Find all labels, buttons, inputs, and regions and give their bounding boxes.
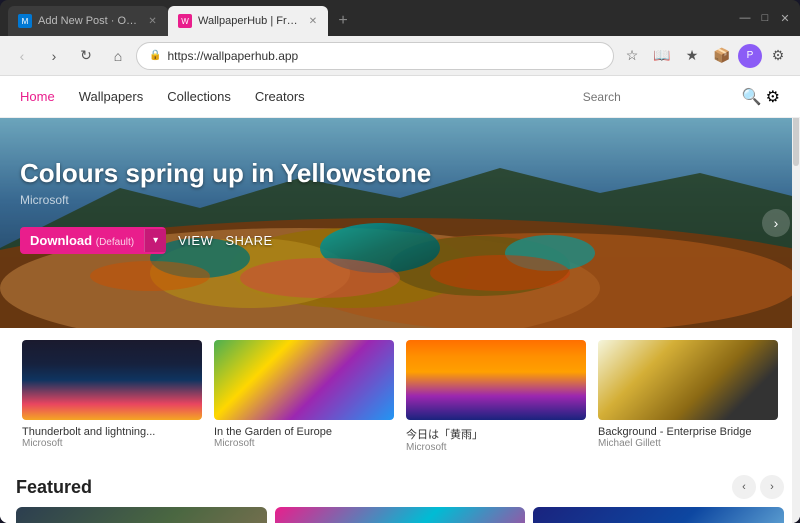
minimize-button[interactable]: — xyxy=(738,11,752,25)
thumbnail-author-3: Microsoft xyxy=(406,442,586,453)
view-button[interactable]: VIEW xyxy=(178,233,213,248)
tab-favicon-onmsft: M xyxy=(18,14,32,28)
thumbnail-image-2 xyxy=(214,340,394,420)
thumbnail-title-3: 今日は「黄雨」 xyxy=(406,426,586,442)
download-label: Download (Default) xyxy=(20,227,144,254)
thumbnail-title-4: Background - Enterprise Bridge xyxy=(598,426,778,438)
featured-section: Featured ‹ › xyxy=(0,465,800,523)
thumbnail-title-2: In the Garden of Europe xyxy=(214,426,394,438)
featured-card-1[interactable] xyxy=(16,507,267,523)
download-button[interactable]: Download (Default) ▾ xyxy=(20,227,166,254)
website-content: Home Wallpapers Collections Creators 🔍 ⚙ xyxy=(0,76,800,523)
site-nav: Home Wallpapers Collections Creators 🔍 ⚙ xyxy=(0,76,800,118)
url-text: https://wallpaperhub.app xyxy=(167,49,601,63)
tab-close-onmsft[interactable]: ✕ xyxy=(147,13,158,29)
navigation-bar: ‹ › ↻ ⌂ 🔒 https://wallpaperhub.app ☆ 📖 ★… xyxy=(0,36,800,76)
thumbnail-image-1 xyxy=(22,340,202,420)
featured-card-2[interactable] xyxy=(275,507,526,523)
thumbnail-item-2[interactable]: In the Garden of Europe Microsoft xyxy=(208,340,400,453)
featured-title: Featured xyxy=(16,477,92,498)
featured-prev-button[interactable]: ‹ xyxy=(732,475,756,499)
tab-onmsft[interactable]: M Add New Post · OnMSFT.com · ✕ xyxy=(8,6,168,36)
nav-creators[interactable]: Creators xyxy=(255,85,305,108)
address-bar[interactable]: 🔒 https://wallpaperhub.app xyxy=(136,42,614,70)
search-icon[interactable]: 🔍 xyxy=(742,87,762,107)
thumbnail-image-3 xyxy=(406,340,586,420)
back-button[interactable]: ‹ xyxy=(8,42,36,70)
download-dropdown-arrow[interactable]: ▾ xyxy=(144,229,166,252)
maximize-button[interactable]: □ xyxy=(758,11,772,25)
collections-button[interactable]: 📦 xyxy=(708,42,736,70)
site-search[interactable]: 🔍 ⚙ xyxy=(583,87,780,107)
star-button[interactable]: ☆ xyxy=(618,42,646,70)
featured-nav: ‹ › xyxy=(732,475,784,499)
thumbnail-image-4 xyxy=(598,340,778,420)
tab-wallpaperhub[interactable]: W WallpaperHub | Free wallpapers... ✕ xyxy=(168,6,328,36)
nav-collections[interactable]: Collections xyxy=(167,85,231,108)
hero-section: Colours spring up in Yellowstone Microso… xyxy=(0,118,800,328)
hero-actions: Download (Default) ▾ VIEW SHARE xyxy=(20,227,780,254)
profile-avatar[interactable]: P xyxy=(738,44,762,68)
home-button[interactable]: ⌂ xyxy=(104,42,132,70)
search-input[interactable] xyxy=(583,90,738,104)
favorites-button[interactable]: ★ xyxy=(678,42,706,70)
nav-right-icons: ☆ 📖 ★ 📦 P ⚙ xyxy=(618,42,792,70)
thumbnail-author-4: Michael Gillett xyxy=(598,438,778,449)
close-button[interactable]: ✕ xyxy=(778,11,792,25)
featured-cards xyxy=(16,507,784,523)
hero-subtitle: Microsoft xyxy=(20,193,780,207)
tab-title-wallpaperhub: WallpaperHub | Free wallpapers... xyxy=(198,15,302,27)
thumbnail-author-2: Microsoft xyxy=(214,438,394,449)
nav-wallpapers[interactable]: Wallpapers xyxy=(79,85,144,108)
thumbnail-item-1[interactable]: Thunderbolt and lightning... Microsoft xyxy=(16,340,208,453)
nav-home[interactable]: Home xyxy=(20,85,55,108)
lock-icon: 🔒 xyxy=(149,50,161,61)
hero-title: Colours spring up in Yellowstone xyxy=(20,158,780,189)
featured-card-3[interactable] xyxy=(533,507,784,523)
thumbnail-title-1: Thunderbolt and lightning... xyxy=(22,426,202,438)
window-controls: — □ ✕ xyxy=(730,0,800,36)
tab-title-onmsft: Add New Post · OnMSFT.com · xyxy=(38,15,141,27)
hero-next-arrow[interactable]: › xyxy=(762,209,790,237)
featured-next-button[interactable]: › xyxy=(760,475,784,499)
title-bar: M Add New Post · OnMSFT.com · ✕ W Wallpa… xyxy=(0,0,800,36)
settings-button[interactable]: ⚙ xyxy=(764,42,792,70)
thumbnail-author-1: Microsoft xyxy=(22,438,202,449)
thumbnail-item-4[interactable]: Background - Enterprise Bridge Michael G… xyxy=(592,340,784,453)
new-tab-button[interactable]: + xyxy=(328,6,358,36)
refresh-button[interactable]: ↻ xyxy=(72,42,100,70)
browser-window: M Add New Post · OnMSFT.com · ✕ W Wallpa… xyxy=(0,0,800,523)
tabs-area: M Add New Post · OnMSFT.com · ✕ W Wallpa… xyxy=(0,0,730,36)
share-button[interactable]: SHARE xyxy=(225,233,272,248)
forward-button[interactable]: › xyxy=(40,42,68,70)
tab-favicon-wallpaperhub: W xyxy=(178,14,192,28)
thumbnails-row: Thunderbolt and lightning... Microsoft I… xyxy=(0,328,800,465)
site-settings-icon[interactable]: ⚙ xyxy=(766,87,780,107)
hero-content: Colours spring up in Yellowstone Microso… xyxy=(0,118,800,274)
reading-button[interactable]: 📖 xyxy=(648,42,676,70)
featured-header: Featured ‹ › xyxy=(16,475,784,499)
thumbnail-item-3[interactable]: 今日は「黄雨」 Microsoft xyxy=(400,340,592,453)
tab-close-wallpaperhub[interactable]: ✕ xyxy=(308,13,318,29)
